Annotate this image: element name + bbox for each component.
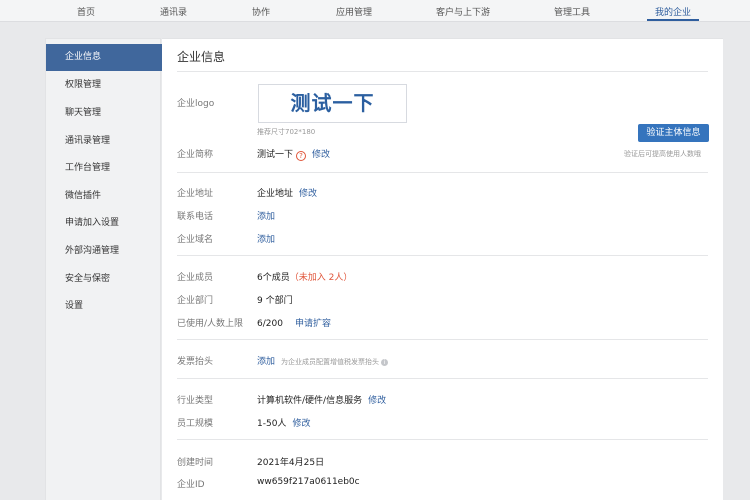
section-divider <box>177 439 708 440</box>
sidebar-item-join-settings[interactable]: 申请加入设置 <box>46 210 162 237</box>
invoice-label: 发票抬头 <box>177 357 214 367</box>
phone-row: 添加 <box>257 209 275 222</box>
sidebar-item-enterprise-info[interactable]: 企业信息 <box>46 44 162 71</box>
sidebar-item-external[interactable]: 外部沟通管理 <box>46 238 162 265</box>
sidebar-item-permissions[interactable]: 权限管理 <box>46 72 162 99</box>
verify-entity-button[interactable]: 验证主体信息 <box>638 124 709 142</box>
sidebar-item-workbench[interactable]: 工作台管理 <box>46 155 162 182</box>
section-divider <box>177 255 708 256</box>
logo-upload[interactable]: 测试一下 <box>258 84 407 123</box>
tab-app-management[interactable]: 应用管理 <box>336 5 372 18</box>
created-label: 创建时间 <box>177 458 214 468</box>
tab-customers[interactable]: 客户与上下游 <box>436 5 490 18</box>
sidebar-item-settings[interactable]: 设置 <box>46 293 162 320</box>
sidebar-item-security[interactable]: 安全与保密 <box>46 266 162 293</box>
active-tab-indicator <box>647 19 699 21</box>
logo-label: 企业logo <box>177 99 215 109</box>
industry-edit-link[interactable]: 修改 <box>368 396 386 406</box>
address-edit-link[interactable]: 修改 <box>299 189 317 199</box>
domain-add-link[interactable]: 添加 <box>257 235 275 245</box>
tab-contacts[interactable]: 通讯录 <box>160 5 187 18</box>
phone-label: 联系电话 <box>177 212 214 222</box>
logo-image-text: 测试一下 <box>290 91 375 115</box>
verify-hint: 验证后可提高使用人数哦 <box>624 150 701 158</box>
members-row: 6个成员（未加入 2人） <box>257 270 352 283</box>
section-divider <box>177 339 708 340</box>
industry-value: 计算机软件/硬件/信息服务 <box>257 396 363 406</box>
domain-label: 企业域名 <box>177 235 214 245</box>
tab-my-enterprise[interactable]: 我的企业 <box>655 5 691 18</box>
page-title: 企业信息 <box>177 50 226 64</box>
phone-add-link[interactable]: 添加 <box>257 212 275 222</box>
section-divider <box>177 172 708 173</box>
address-label: 企业地址 <box>177 189 214 199</box>
created-value: 2021年4月25日 <box>257 458 325 468</box>
domain-row: 添加 <box>257 232 275 245</box>
short-name-label: 企业简称 <box>177 150 214 160</box>
logo-size-hint: 推荐尺寸702*180 <box>257 128 316 136</box>
departments-value: 9 个部门 <box>257 296 293 306</box>
short-name-row: 测试一下? 修改 <box>257 147 330 161</box>
help-icon[interactable]: ? <box>296 151 307 161</box>
scale-row: 1-50人 修改 <box>257 416 310 429</box>
sidebar-item-chat[interactable]: 聊天管理 <box>46 100 162 127</box>
industry-row: 计算机软件/硬件/信息服务 修改 <box>257 393 386 406</box>
industry-label: 行业类型 <box>177 396 214 406</box>
short-name-value: 测试一下 <box>257 150 294 160</box>
top-navigation: 首页 通讯录 协作 应用管理 客户与上下游 管理工具 我的企业 <box>0 0 750 22</box>
address-value: 企业地址 <box>257 189 294 199</box>
short-name-edit-link[interactable]: 修改 <box>312 150 330 160</box>
usage-label: 已使用/人数上限 <box>177 319 244 329</box>
scale-edit-link[interactable]: 修改 <box>292 419 310 429</box>
address-row: 企业地址 修改 <box>257 186 317 199</box>
members-label: 企业成员 <box>177 273 214 283</box>
usage-row: 6/200 申请扩容 <box>257 316 331 329</box>
members-value: 6个成员 <box>257 273 290 283</box>
tab-collaboration[interactable]: 协作 <box>252 5 270 18</box>
main-panel: 企业信息 企业logo 测试一下 推荐尺寸702*180 验证主体信息 验证后可… <box>162 38 723 500</box>
scale-label: 员工规模 <box>177 419 214 429</box>
apply-expansion-link[interactable]: 申请扩容 <box>295 319 331 329</box>
corp-id-label: 企业ID <box>177 480 205 490</box>
usage-value: 6/200 <box>257 319 283 329</box>
invoice-row: 添加 为企业成员配置增值税发票抬头 i <box>257 354 389 367</box>
corp-id-value: ww659f217a0611eb0c <box>257 477 360 487</box>
sidebar-item-wechat-plugin[interactable]: 微信插件 <box>46 183 162 210</box>
section-divider <box>177 378 708 379</box>
info-icon[interactable]: i <box>381 359 389 366</box>
members-not-joined[interactable]: （未加入 2人） <box>290 273 353 283</box>
scale-value: 1-50人 <box>257 419 287 429</box>
tab-home[interactable]: 首页 <box>77 5 95 18</box>
sidebar: 企业信息 权限管理 聊天管理 通讯录管理 工作台管理 微信插件 申请加入设置 外… <box>45 38 162 500</box>
title-divider <box>177 71 708 72</box>
departments-label: 企业部门 <box>177 296 214 306</box>
invoice-add-link[interactable]: 添加 <box>257 357 275 367</box>
invoice-hint: 为企业成员配置增值税发票抬头 <box>281 358 380 366</box>
tab-management-tools[interactable]: 管理工具 <box>554 5 590 18</box>
sidebar-item-contacts[interactable]: 通讯录管理 <box>46 128 162 155</box>
